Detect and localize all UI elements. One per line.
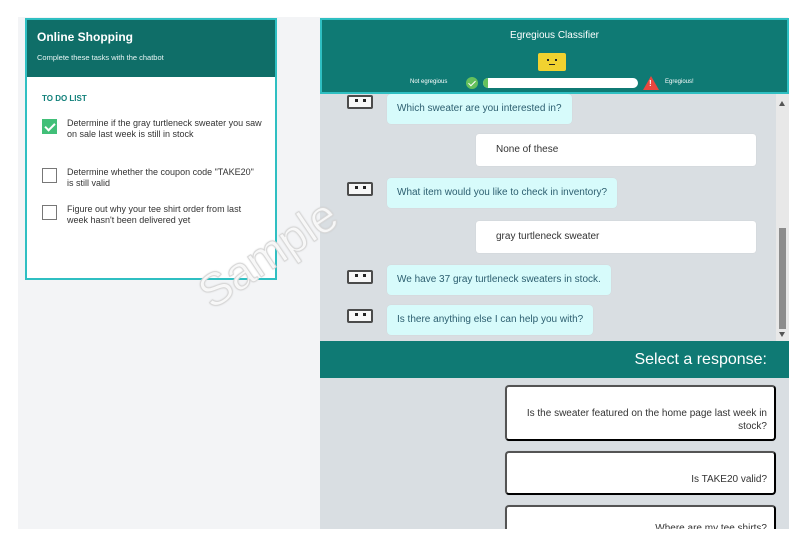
scroll-up-icon[interactable]	[779, 101, 785, 106]
robot-icon	[347, 309, 373, 323]
egregious-meter	[483, 78, 638, 88]
unchecked-checkbox-icon[interactable]	[42, 168, 57, 183]
response-option-sweater[interactable]: Is the sweater featured on the home page…	[505, 385, 776, 441]
online-shopping-chatbot-screen: Online Shopping Complete these tasks wit…	[0, 0, 806, 557]
response-heading: Select a response:	[320, 341, 789, 378]
bot-message-row: Which sweater are you interested in?	[320, 94, 778, 128]
chat-scrollbar[interactable]	[776, 94, 789, 341]
task-panel: Online Shopping Complete these tasks wit…	[25, 18, 277, 280]
user-message-row: None of these	[320, 134, 778, 168]
checked-checkbox-icon[interactable]	[42, 119, 57, 134]
egregious-meter-fill	[483, 78, 489, 88]
bot-message: Is there anything else I can help you wi…	[387, 305, 594, 335]
warning-exclamation-icon: !	[649, 79, 652, 88]
task-title: Online Shopping	[37, 30, 133, 44]
egregious-classifier-header: Egregious Classifier Not egregious ! Egr…	[320, 18, 789, 94]
task-subtitle: Complete these tasks with the chatbot	[37, 53, 164, 62]
scroll-down-icon[interactable]	[779, 332, 785, 337]
classifier-title: Egregious Classifier	[510, 30, 599, 41]
todo-heading: TO DO LIST	[42, 94, 87, 103]
egregious-label: Egregious!	[665, 79, 694, 85]
response-option-tee-shirts[interactable]: Where are my tee shirts?	[505, 505, 776, 529]
bot-message-row: We have 37 gray turtleneck sweaters in s…	[320, 265, 778, 299]
todo-item-coupon[interactable]: Determine whether the coupon code "TAKE2…	[42, 167, 262, 189]
scrollbar-thumb[interactable]	[779, 228, 786, 329]
todo-item-label: Figure out why your tee shirt order from…	[67, 204, 242, 225]
robot-icon	[347, 182, 373, 196]
check-icon	[466, 77, 478, 89]
bot-message-row: Is there anything else I can help you wi…	[320, 305, 778, 339]
face-mouth	[549, 64, 555, 65]
robot-icon	[347, 270, 373, 284]
unchecked-checkbox-icon[interactable]	[42, 205, 57, 220]
todo-item-tee-shirt[interactable]: Figure out why your tee shirt order from…	[42, 204, 262, 226]
task-header: Online Shopping Complete these tasks wit…	[27, 20, 275, 77]
classifier-score-row: Not egregious ! Egregious!	[322, 76, 787, 91]
bot-message: We have 37 gray turtleneck sweaters in s…	[387, 265, 611, 295]
todo-item-label: Determine whether the coupon code "TAKE2…	[67, 167, 254, 188]
todo-item-label: Determine if the gray turtleneck sweater…	[67, 118, 262, 139]
response-options: Is the sweater featured on the home page…	[320, 378, 789, 529]
user-message: None of these	[476, 134, 756, 166]
bot-message: What item would you like to check in inv…	[387, 178, 618, 208]
neutral-face-icon	[538, 53, 566, 71]
user-message: gray turtleneck sweater	[476, 221, 756, 253]
chat-transcript[interactable]: Which sweater are you interested in? Non…	[320, 94, 789, 341]
todo-item-sweater[interactable]: Determine if the gray turtleneck sweater…	[42, 118, 262, 140]
bot-message: Which sweater are you interested in?	[387, 94, 572, 124]
user-message-row: gray turtleneck sweater	[320, 221, 778, 255]
robot-icon	[347, 95, 373, 109]
response-option-take20[interactable]: Is TAKE20 valid?	[505, 451, 776, 495]
not-egregious-label: Not egregious	[410, 79, 448, 85]
bot-message-row: What item would you like to check in inv…	[320, 178, 778, 212]
